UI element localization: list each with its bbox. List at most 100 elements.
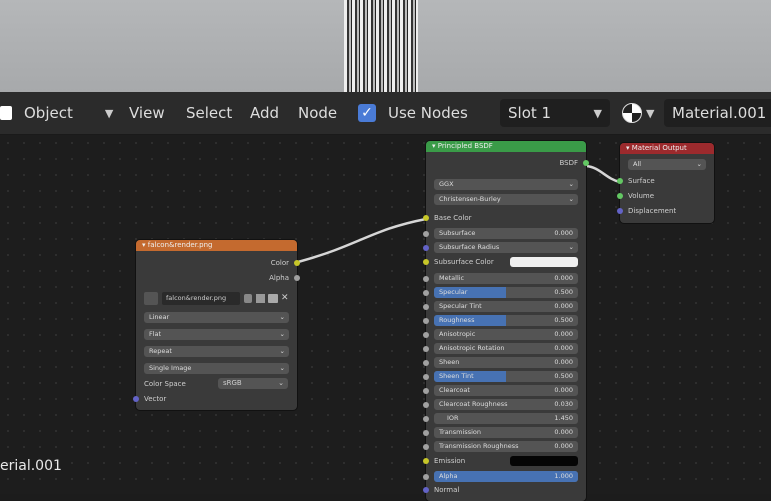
socket[interactable] [423,346,429,352]
menu-add[interactable]: Add [250,92,279,134]
slot-selector[interactable]: Slot 1 ▼ [500,99,610,127]
image-name-field[interactable]: falcon&render.png [162,292,240,305]
transmission-roughness-field[interactable]: Transmission Roughness 0.000 [434,441,578,452]
image-texture-header[interactable]: ▾ falcon&render.png [136,240,297,251]
roughness-field[interactable]: Roughness 0.500 [434,315,578,326]
image-texture-node[interactable]: ▾ falcon&render.png Color Alpha falcon&r… [133,240,300,410]
duplicate-icon[interactable] [256,294,265,303]
subsurface-radius-select[interactable]: Subsurface Radius ⌄ [434,242,578,253]
projection-select[interactable]: Flat ⌄ [144,329,289,340]
socket[interactable] [423,231,429,237]
socket-surface[interactable] [617,178,623,184]
socket[interactable] [423,430,429,436]
socket[interactable] [423,388,429,394]
collapse-icon[interactable]: ▾ [432,142,436,150]
socket-base-color[interactable] [423,215,429,221]
canvas-material-label: erial.001 [0,458,62,474]
anisotropic-rotation-field[interactable]: Anisotropic Rotation 0.000 [434,343,578,354]
collapse-icon[interactable]: ▾ [626,144,630,152]
shield-icon[interactable] [244,294,252,303]
socket[interactable] [423,304,429,310]
ior-field[interactable]: IOR 1.450 [434,413,578,424]
image-icon[interactable] [144,292,158,305]
socket[interactable] [423,276,429,282]
material-sphere-icon [622,103,642,123]
socket[interactable] [423,360,429,366]
checkbox-checked-icon[interactable]: ✓ [358,104,376,122]
folder-icon[interactable] [268,294,278,303]
principled-bsdf-header[interactable]: ▾ Principled BSDF [426,141,586,152]
material-output-node[interactable]: ▾ Material Output All ⌄ Surface Volume Di… [617,143,714,223]
interpolation-select[interactable]: Linear ⌄ [144,312,289,323]
material-name-field[interactable]: Material.001 [664,99,771,127]
sheen-field[interactable]: Sheen 0.000 [434,357,578,368]
specular-tint-field[interactable]: Specular Tint 0.000 [434,301,578,312]
socket[interactable] [423,474,429,480]
extension-select[interactable]: Repeat ⌄ [144,346,289,357]
object-mode-icon [0,106,12,120]
socket-color[interactable] [294,260,300,266]
menu-view[interactable]: View [129,92,165,134]
distribution-select[interactable]: GGX ⌄ [434,179,578,190]
socket[interactable] [423,318,429,324]
mode-label: Object [24,104,73,122]
collapse-icon[interactable]: ▾ [142,241,146,249]
link-color-to-basecolor [297,217,427,264]
subsurface-field[interactable]: Subsurface 0.000 [434,228,578,239]
close-icon[interactable]: ✕ [281,292,289,305]
socket[interactable] [423,374,429,380]
material-browse[interactable]: ▼ [622,92,654,134]
chevron-down-icon: ⌄ [279,313,285,321]
input-vector: Vector [144,395,167,403]
subsurface-color-row: Subsurface Color [426,256,586,268]
slot-label: Slot 1 [508,104,552,122]
chevron-down-icon: ⌄ [279,347,285,355]
material-output-header[interactable]: ▾ Material Output [620,143,714,154]
output-color: Color [270,259,289,267]
node-title: Principled BSDF [437,142,493,150]
3d-viewport[interactable] [0,0,771,92]
transmission-field[interactable]: Transmission 0.000 [434,427,578,438]
clearcoat-field[interactable]: Clearcoat 0.000 [434,385,578,396]
emission-row: Emission [426,455,586,467]
subsurface-color-swatch[interactable] [510,257,578,267]
socket[interactable] [423,245,429,251]
metallic-field[interactable]: Metallic 0.000 [434,273,578,284]
node-title: falcon&render.png [147,241,213,249]
specular-field[interactable]: Specular 0.500 [434,287,578,298]
anisotropic-field[interactable]: Anisotropic 0.000 [434,329,578,340]
socket[interactable] [423,444,429,450]
socket[interactable] [423,416,429,422]
subsurface-method-select[interactable]: Christensen-Burley ⌄ [434,194,578,205]
socket[interactable] [423,402,429,408]
socket[interactable] [423,332,429,338]
socket[interactable] [423,290,429,296]
socket[interactable] [423,259,429,265]
menu-node[interactable]: Node [298,92,337,134]
clearcoat-roughness-field[interactable]: Clearcoat Roughness 0.030 [434,399,578,410]
emission-color-swatch[interactable] [510,456,578,466]
principled-bsdf-node[interactable]: ▾ Principled BSDF BSDF GGX ⌄ Christensen-… [423,141,589,501]
socket-vector[interactable] [133,396,139,402]
source-select[interactable]: Single Image ⌄ [144,363,289,374]
socket[interactable] [423,458,429,464]
mode-selector[interactable]: Object ▼ [0,92,113,134]
menu-select[interactable]: Select [186,92,232,134]
socket-alpha[interactable] [294,275,300,281]
socket-bsdf-out[interactable] [583,160,589,166]
input-volume: Volume [628,192,655,200]
input-normal: Normal [434,486,460,494]
node-canvas[interactable]: ▾ falcon&render.png Color Alpha falcon&r… [0,135,771,501]
alpha-field[interactable]: Alpha 1.000 [434,471,578,482]
socket-volume[interactable] [617,193,623,199]
use-nodes-toggle[interactable]: ✓ Use Nodes [358,92,468,134]
socket-displacement[interactable] [617,208,623,214]
color-space-row: Color Space sRGB ⌄ [136,378,297,390]
chevron-down-icon: ▼ [104,106,114,120]
target-select[interactable]: All ⌄ [628,159,706,170]
socket[interactable] [423,487,429,493]
chevron-down-icon: ▼ [646,106,655,120]
color-space-select[interactable]: sRGB ⌄ [218,378,288,389]
image-selector[interactable]: falcon&render.png ✕ [144,292,289,305]
sheen-tint-field[interactable]: Sheen Tint 0.500 [434,371,578,382]
